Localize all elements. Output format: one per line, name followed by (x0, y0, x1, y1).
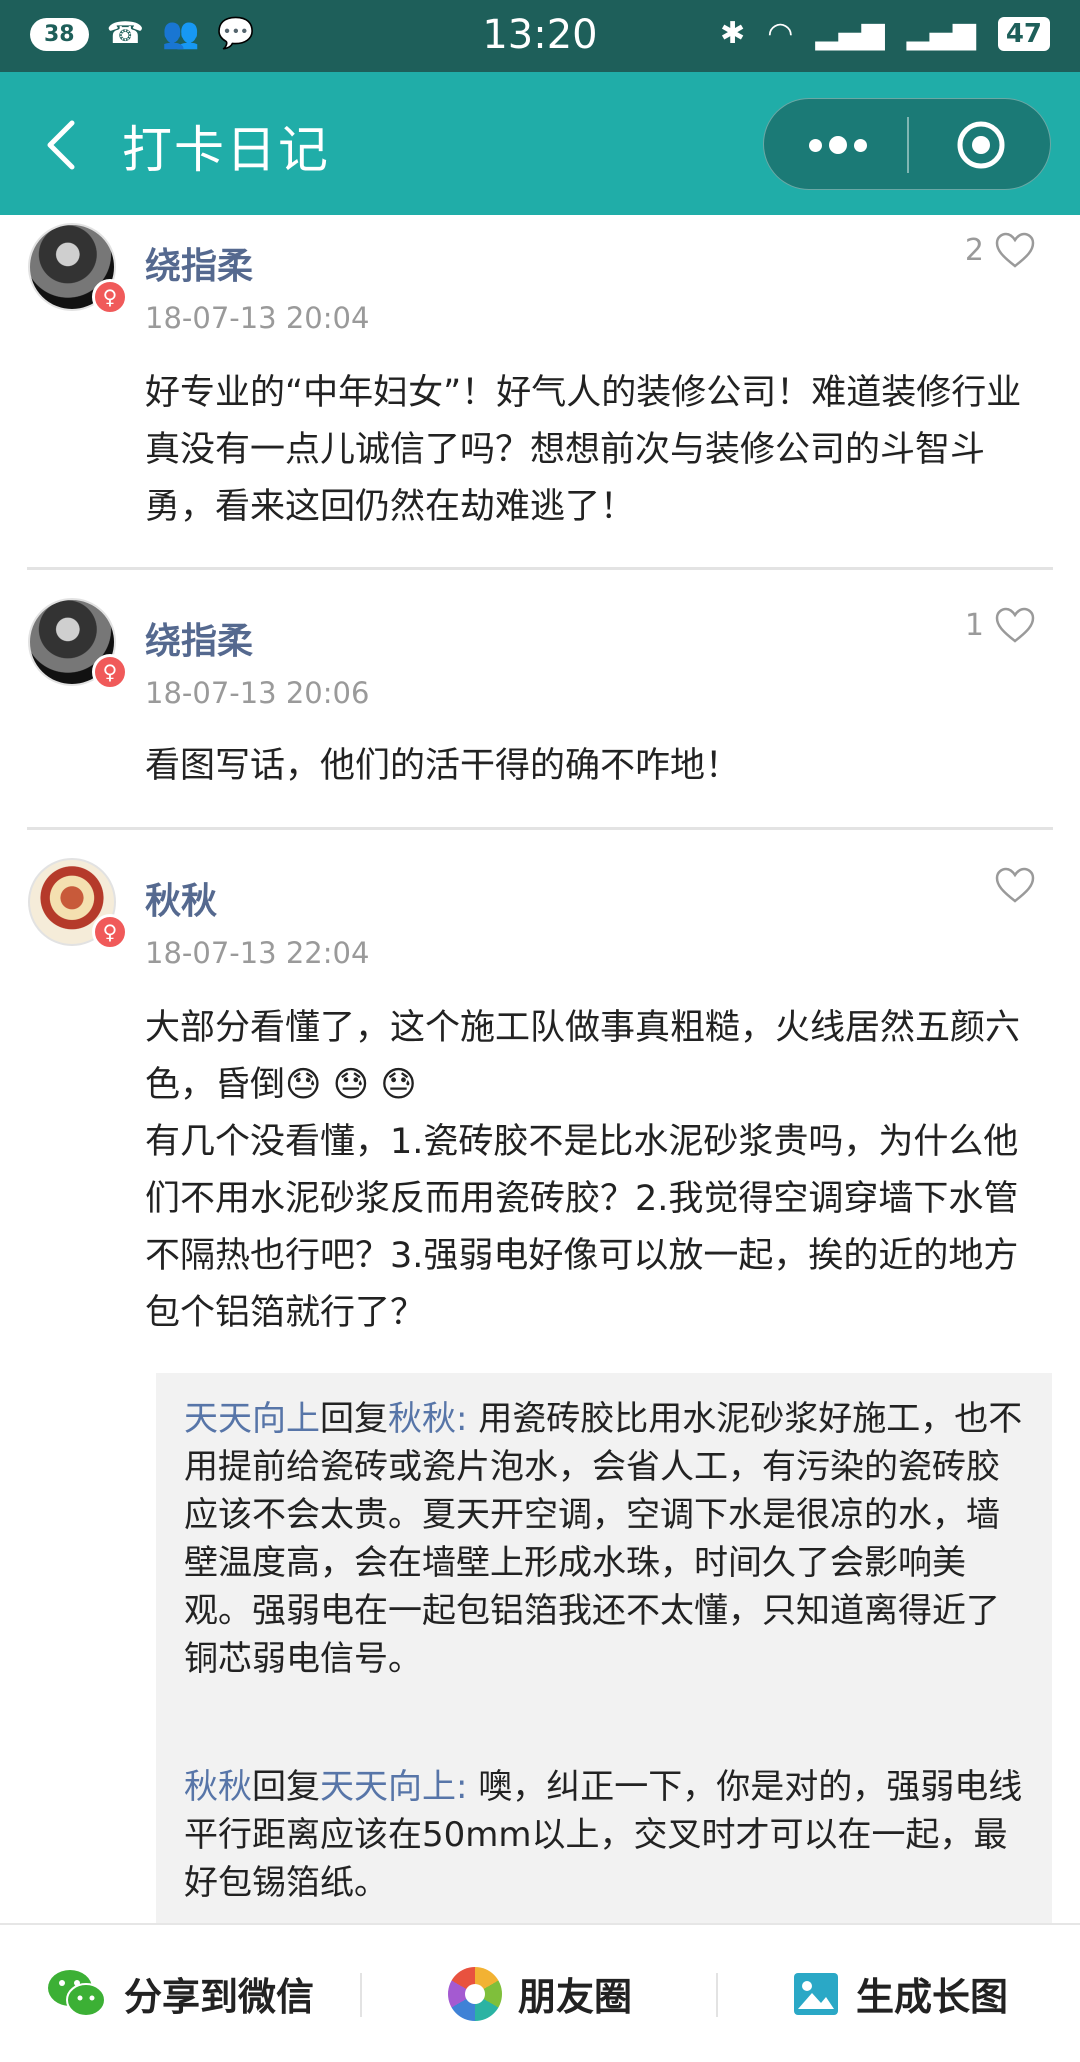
female-icon: ♀ (92, 654, 128, 690)
wechat-icon (48, 1969, 106, 2017)
target-icon[interactable] (956, 120, 1006, 170)
status-bar-right: ✱ ◠ ▂▄▆ ▂▄▆ 47 (720, 14, 1050, 54)
female-icon: ♀ (92, 279, 128, 315)
moments-button[interactable]: 朋友圈 (448, 1925, 632, 2062)
page-title: 打卡日记 (122, 121, 330, 179)
reply-box: 天天向上回复秋秋: 用瓷砖胶比用水泥砂浆好施工，也不用提前给瓷砖或瓷片泡水，会省… (156, 1373, 1052, 1933)
comment-text-line: 有几个没看懂，1.瓷砖胶不是比水泥砂浆贵吗，为什么他们不用水泥砂浆反而用瓷砖胶？… (145, 1122, 1019, 1333)
reply-item[interactable]: 天天向上回复秋秋: 用瓷砖胶比用水泥砂浆好施工，也不用提前给瓷砖或瓷片泡水，会省… (184, 1395, 1024, 1683)
comment-time: 18-07-13 20:06 (145, 676, 370, 710)
reply-from[interactable]: 秋秋 (184, 1767, 252, 1807)
status-bar: 38 ☎ 👥 💬 13:20 ✱ ◠ ▂▄▆ ▂▄▆ 47 (0, 0, 1080, 72)
like-count: 2 (964, 232, 984, 268)
moments-label: 朋友圈 (518, 1975, 633, 2019)
reply-text: 用瓷砖胶比用水泥砂浆好施工，也不用提前给瓷砖或瓷片泡水，会省人工，有污染的瓷砖胶… (184, 1399, 1023, 1679)
signal-icon: ▂▄▆ (815, 16, 885, 51)
long-image-button[interactable]: 生成长图 (792, 1925, 1008, 2062)
share-wechat-button[interactable]: 分享到微信 (46, 1925, 314, 2062)
capsule-divider (907, 117, 909, 173)
mini-program-capsule (763, 98, 1051, 190)
share-wechat-label: 分享到微信 (124, 1975, 315, 2019)
bottom-separator (716, 1973, 718, 2017)
image-icon (794, 1972, 838, 2015)
back-arrow-icon[interactable] (40, 117, 88, 173)
comment-author[interactable]: 秋秋 (145, 872, 217, 924)
female-icon: ♀ (92, 914, 128, 950)
comment-text-line: 大部分看懂了，这个施工队做事真粗糙，火线居然五颜六色，昏倒😓 😓 😓 (145, 1008, 1021, 1105)
title-bar: 打卡日记 (0, 72, 1080, 215)
wifi-icon: ◠ (767, 16, 794, 51)
comment-author[interactable]: 绕指柔 (145, 612, 253, 664)
bottom-separator (360, 1973, 362, 2017)
comment-text: 好专业的“中年妇女”！好气人的装修公司！难道装修行业真没有一点儿诚信了吗？想想前… (145, 373, 1022, 527)
comment-author[interactable]: 绕指柔 (145, 237, 253, 289)
reply-from[interactable]: 天天向上 (184, 1399, 320, 1439)
heart-icon (995, 232, 1035, 268)
bottom-bar: 分享到微信 朋友圈 生成长图 (0, 1923, 1080, 2062)
signal-icon-2: ▂▄▆ (906, 16, 976, 51)
reply-to[interactable]: 天天向上: (320, 1767, 467, 1807)
like-count: 1 (964, 607, 984, 643)
bluetooth-icon: ✱ (720, 16, 746, 51)
like-button[interactable]: 2 (965, 231, 1036, 269)
reply-word: 回复 (252, 1767, 320, 1807)
reply-to[interactable]: 秋秋: (388, 1399, 467, 1439)
battery-icon: 47 (997, 17, 1050, 51)
comment-text: 大部分看懂了，这个施工队做事真粗糙，火线居然五颜六色，昏倒😓 😓 😓 有几个没看… (145, 1000, 1045, 1342)
more-icon[interactable] (804, 99, 872, 191)
comment-text: 看图写话，他们的活干得的确不咋地！ (145, 746, 741, 786)
moments-icon (448, 1966, 502, 2021)
reply-word: 回复 (320, 1399, 388, 1439)
long-image-label: 生成长图 (856, 1975, 1009, 2019)
comment-time: 18-07-13 22:04 (145, 936, 370, 970)
reply-item[interactable]: 秋秋回复天天向上: 噢，纠正一下，你是对的，强弱电线平行距离应该在50mm以上，… (184, 1763, 1024, 1907)
heart-icon (995, 867, 1035, 903)
comment-time: 18-07-13 20:04 (145, 301, 370, 335)
like-button[interactable]: 1 (965, 606, 1036, 644)
like-button[interactable] (984, 866, 1036, 904)
divider (27, 567, 1053, 570)
divider (27, 827, 1053, 830)
heart-icon (995, 607, 1035, 643)
